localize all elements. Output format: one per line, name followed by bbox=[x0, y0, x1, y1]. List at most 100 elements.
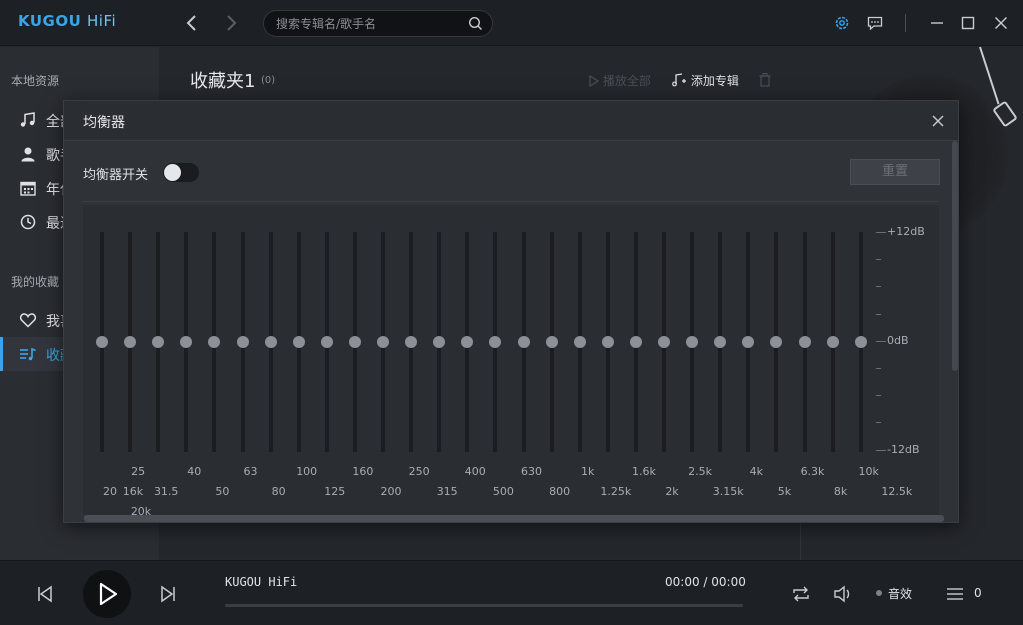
eq-slider-315[interactable] bbox=[433, 232, 446, 452]
eq-slider-40[interactable] bbox=[180, 232, 193, 452]
eq-slider-400[interactable] bbox=[461, 232, 474, 452]
eq-slider-1.25k[interactable] bbox=[601, 232, 614, 452]
calendar-icon bbox=[20, 181, 36, 196]
eq-slider-thumb[interactable] bbox=[264, 336, 277, 348]
eq-slider-500[interactable] bbox=[489, 232, 502, 452]
eq-slider-thumb[interactable] bbox=[742, 336, 755, 348]
eq-slider-630[interactable] bbox=[517, 232, 530, 452]
eq-slider-160[interactable] bbox=[348, 232, 361, 452]
eq-slider-31.5[interactable] bbox=[152, 232, 165, 452]
eq-slider-thumb[interactable] bbox=[433, 336, 446, 348]
eq-slider-8k[interactable] bbox=[826, 232, 839, 452]
eq-slider-100[interactable] bbox=[292, 232, 305, 452]
eq-slider-10k[interactable] bbox=[854, 232, 867, 452]
eq-slider-20[interactable] bbox=[96, 232, 108, 452]
toggle-knob bbox=[164, 164, 181, 181]
eq-slider-5k[interactable] bbox=[770, 232, 783, 452]
logo-sub-text: HiFi bbox=[87, 12, 117, 30]
vertical-scrollbar[interactable] bbox=[952, 141, 958, 371]
eq-slider-80[interactable] bbox=[264, 232, 277, 452]
search-icon[interactable] bbox=[468, 16, 483, 31]
queue-list-icon[interactable] bbox=[946, 587, 964, 601]
search-input[interactable] bbox=[276, 15, 466, 33]
eq-slider-thumb[interactable] bbox=[292, 336, 305, 348]
eq-slider-thumb[interactable] bbox=[208, 336, 221, 348]
eq-slider-thumb[interactable] bbox=[573, 336, 586, 348]
forward-button[interactable] bbox=[221, 12, 241, 34]
settings-gear-icon[interactable] bbox=[833, 14, 851, 32]
db-tick bbox=[876, 286, 881, 288]
eq-slider-6.3k[interactable] bbox=[798, 232, 811, 452]
play-button[interactable] bbox=[83, 570, 131, 618]
db-tick bbox=[876, 422, 881, 424]
eq-band-label: 1.25k bbox=[600, 485, 632, 498]
sound-effect-button[interactable]: 音效 bbox=[888, 585, 912, 602]
next-track-icon[interactable] bbox=[159, 585, 177, 603]
eq-slider-thumb[interactable] bbox=[320, 336, 333, 348]
eq-slider-thumb[interactable] bbox=[826, 336, 839, 348]
eq-slider-200[interactable] bbox=[377, 232, 389, 452]
eq-slider-thumb[interactable] bbox=[236, 336, 249, 348]
eq-slider-125[interactable] bbox=[320, 232, 333, 452]
equalizer-toggle[interactable] bbox=[163, 163, 199, 182]
eq-slider-thumb[interactable] bbox=[405, 336, 418, 348]
eq-slider-thumb[interactable] bbox=[377, 336, 389, 348]
volume-icon[interactable] bbox=[833, 585, 853, 603]
eq-slider-4k[interactable] bbox=[742, 232, 755, 452]
eq-band-label: 125 bbox=[324, 485, 346, 498]
eq-slider-thumb[interactable] bbox=[517, 336, 530, 348]
eq-slider-thumb[interactable] bbox=[180, 336, 193, 348]
eq-slider-thumb[interactable] bbox=[798, 336, 811, 348]
eq-slider-thumb[interactable] bbox=[714, 336, 727, 348]
eq-slider-800[interactable] bbox=[545, 232, 558, 452]
eq-slider-thumb[interactable] bbox=[770, 336, 783, 348]
maximize-icon[interactable] bbox=[959, 14, 977, 32]
db-label-top: +12dB bbox=[887, 225, 925, 238]
playlist-icon bbox=[20, 347, 36, 361]
eq-band-label: 2.5k bbox=[688, 465, 713, 478]
equalizer-switch-label: 均衡器开关 bbox=[83, 168, 149, 183]
eq-slider-thumb[interactable] bbox=[348, 336, 361, 348]
play-all-button[interactable]: 播放全部 bbox=[589, 72, 651, 89]
eq-slider-thumb[interactable] bbox=[489, 336, 502, 348]
eq-slider-3.15k[interactable] bbox=[714, 232, 727, 452]
app-logo[interactable]: KUGOU HiFi bbox=[18, 12, 116, 30]
eq-slider-thumb[interactable] bbox=[629, 336, 642, 348]
eq-band-label: 250 bbox=[408, 465, 430, 478]
eq-slider-25[interactable] bbox=[124, 232, 137, 452]
minimize-icon[interactable] bbox=[928, 14, 946, 32]
progress-bar[interactable] bbox=[225, 604, 743, 607]
eq-slider-thumb[interactable] bbox=[461, 336, 474, 348]
db-label-bottom: -12dB bbox=[887, 443, 920, 456]
eq-slider-50[interactable] bbox=[208, 232, 221, 452]
eq-slider-thumb[interactable] bbox=[124, 336, 137, 348]
reset-button[interactable]: 重置 bbox=[850, 159, 940, 185]
eq-slider-250[interactable] bbox=[405, 232, 418, 452]
chevron-right-icon bbox=[227, 15, 237, 31]
repeat-icon[interactable] bbox=[791, 585, 811, 603]
eq-slider-thumb[interactable] bbox=[545, 336, 558, 348]
previous-track-icon[interactable] bbox=[36, 585, 54, 603]
search-box[interactable] bbox=[263, 10, 493, 37]
message-icon[interactable] bbox=[866, 14, 884, 32]
db-tick bbox=[876, 340, 886, 342]
close-icon[interactable] bbox=[992, 14, 1010, 32]
eq-slider-2.5k[interactable] bbox=[686, 232, 699, 452]
eq-slider-63[interactable] bbox=[236, 232, 249, 452]
trash-icon[interactable] bbox=[759, 73, 771, 87]
eq-slider-thumb[interactable] bbox=[152, 336, 165, 348]
add-album-button[interactable]: 添加专辑 bbox=[671, 72, 739, 89]
eq-slider-thumb[interactable] bbox=[601, 336, 614, 348]
eq-slider-1.6k[interactable] bbox=[629, 232, 642, 452]
eq-slider-thumb[interactable] bbox=[686, 336, 699, 348]
back-button[interactable] bbox=[182, 12, 202, 34]
eq-slider-thumb[interactable] bbox=[658, 336, 670, 348]
eq-slider-thumb[interactable] bbox=[854, 336, 867, 348]
horizontal-scrollbar[interactable] bbox=[84, 515, 944, 522]
close-icon[interactable] bbox=[930, 113, 946, 129]
eq-slider-2k[interactable] bbox=[658, 232, 670, 452]
scrollbar-thumb[interactable] bbox=[84, 515, 944, 522]
eq-slider-thumb[interactable] bbox=[96, 336, 108, 348]
eq-band-label: 200 bbox=[380, 485, 402, 498]
eq-slider-1k[interactable] bbox=[573, 232, 586, 452]
